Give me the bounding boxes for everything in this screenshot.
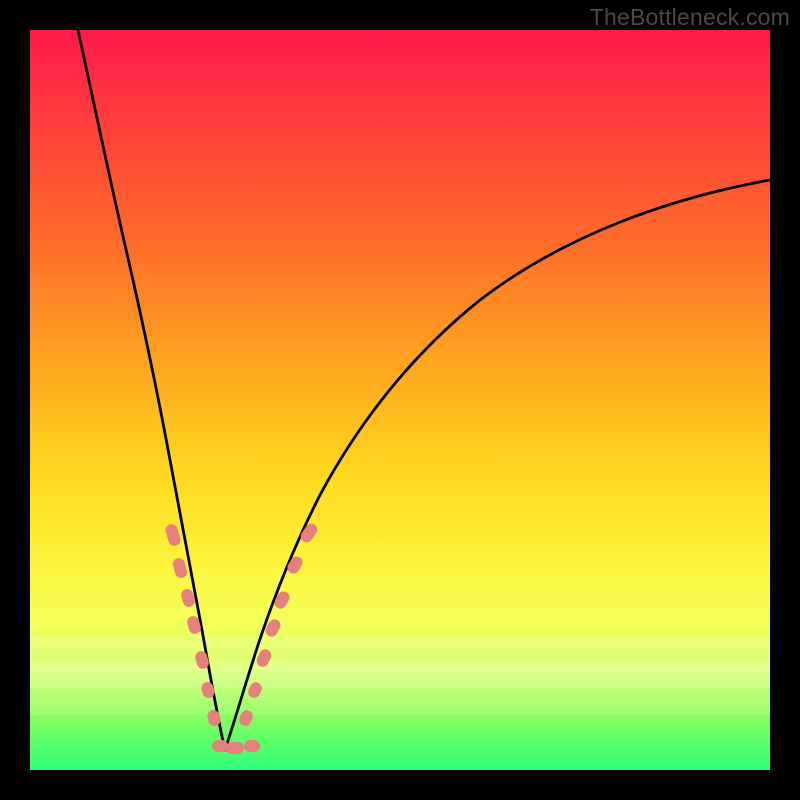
data-marker	[285, 554, 305, 576]
data-marker	[246, 680, 263, 699]
plot-area	[30, 30, 770, 770]
data-marker	[237, 708, 254, 727]
curve-right-branch	[225, 180, 770, 750]
watermark-text: TheBottleneck.com	[590, 4, 790, 31]
data-marker	[226, 742, 244, 754]
data-marker	[272, 589, 291, 611]
bottleneck-curve	[30, 30, 770, 770]
curve-left-branch	[78, 30, 225, 750]
data-marker	[164, 523, 182, 547]
data-marker	[212, 740, 228, 752]
data-marker	[171, 557, 188, 580]
data-marker	[244, 740, 260, 752]
curve-group	[78, 30, 770, 750]
chart-frame: TheBottleneck.com	[0, 0, 800, 800]
